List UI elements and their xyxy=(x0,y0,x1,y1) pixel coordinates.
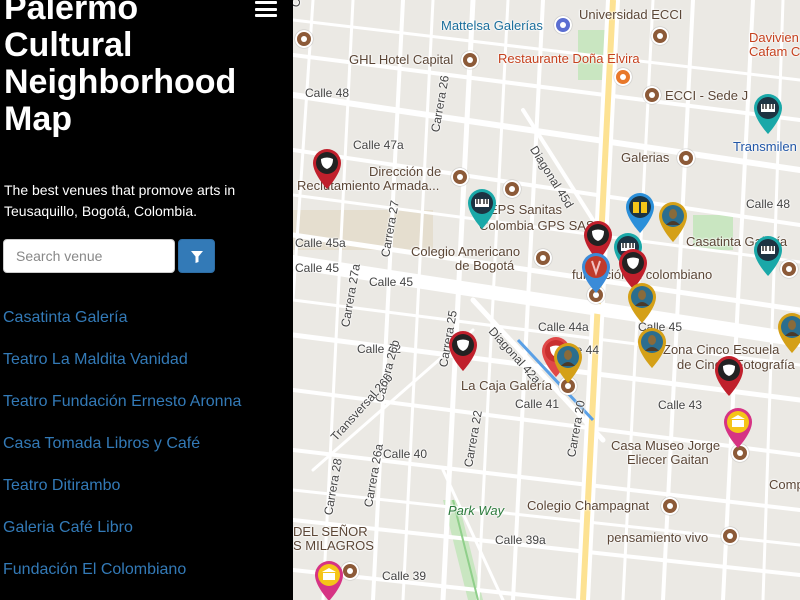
place-label: S MILAGROS xyxy=(293,538,374,553)
museum-icon[interactable] xyxy=(677,149,695,167)
gallery-marker-icon[interactable] xyxy=(637,327,667,369)
street-label: Calle 48 xyxy=(305,86,350,100)
place-label: Davivien xyxy=(749,30,799,45)
place-label: pensamiento vivo xyxy=(607,530,709,545)
museum-icon[interactable] xyxy=(721,527,739,545)
venue-list: Casatinta Galería Teatro La Maldita Vani… xyxy=(3,307,241,600)
list-item: Teatro Fundación Ernesto Aronna xyxy=(3,391,241,433)
place-pin-icon[interactable] xyxy=(503,180,521,198)
place-label: Galerias xyxy=(621,150,670,165)
place-label: La Caja Galería xyxy=(461,378,553,393)
street-label: Calle 43 xyxy=(658,398,703,412)
place-label: Casa Museo Jorge xyxy=(611,438,721,453)
gallery-marker-icon[interactable] xyxy=(658,201,688,243)
map[interactable]: Calle 48 Calle 47a Calle 45a Calle 45 Ca… xyxy=(293,0,800,600)
list-item: Teatro La Maldita Vanidad xyxy=(3,349,241,391)
theater-marker-icon[interactable] xyxy=(312,148,342,190)
search-row xyxy=(3,239,293,273)
music-marker-icon[interactable] xyxy=(753,93,783,135)
school-icon[interactable] xyxy=(534,249,552,267)
music-marker-icon[interactable] xyxy=(753,235,783,277)
search-input[interactable] xyxy=(3,239,175,273)
theater-marker-icon[interactable] xyxy=(448,330,478,372)
venue-link[interactable]: Galeria Café Libro xyxy=(3,519,133,536)
place-label: Mattelsa Galerías xyxy=(441,18,543,33)
menu-icon[interactable] xyxy=(255,1,277,17)
place-label: EPS Sanitas xyxy=(489,202,562,217)
sidebar: Palermo Cultural Neighborhood Map The be… xyxy=(0,0,293,600)
street-label: Calle 47a xyxy=(353,138,404,152)
place-label: Transmilen xyxy=(733,139,797,154)
page-title: Palermo Cultural Neighborhood Map xyxy=(4,0,237,138)
gallery-marker-icon[interactable] xyxy=(627,282,657,324)
place-label: Universidad ECCI xyxy=(579,7,683,22)
list-item: Teatro Ditirambo xyxy=(3,475,241,517)
venue-link[interactable]: Teatro La Maldita Vanidad xyxy=(3,351,188,368)
museum-marker-icon[interactable] xyxy=(723,407,753,449)
street-label: Calle 45 xyxy=(295,261,340,275)
place-label: Restaurante Doña Elvira xyxy=(498,51,640,66)
place-label: DEL SEÑOR xyxy=(293,524,368,539)
street-label: Calle 41 xyxy=(515,397,560,411)
gallery-marker-icon[interactable] xyxy=(777,312,800,354)
list-item: Galeria Café Libro xyxy=(3,517,241,559)
theater-marker-icon[interactable] xyxy=(714,355,744,397)
hotel-icon[interactable] xyxy=(461,51,479,69)
place-pin-icon[interactable] xyxy=(295,30,313,48)
museum-marker-icon[interactable] xyxy=(314,560,344,600)
page-subtitle: The best venues that promove arts in Teu… xyxy=(4,182,236,219)
street-label: Calle 44a xyxy=(538,320,589,334)
place-pin-icon[interactable] xyxy=(451,168,469,186)
street-label: Calle 45a xyxy=(295,236,346,250)
list-item: Casa Tomada Libros y Café xyxy=(3,433,241,475)
street-label: Calle 45 xyxy=(369,275,414,289)
filter-icon xyxy=(191,251,203,263)
list-item: Casatinta Galería xyxy=(3,307,241,349)
music-marker-icon[interactable] xyxy=(467,188,497,230)
books-marker-icon[interactable] xyxy=(625,192,655,234)
street-label: Park Way xyxy=(448,503,505,518)
gallery-marker-icon[interactable] xyxy=(553,342,583,384)
place-label: Comp xyxy=(769,477,800,492)
place-label: Dirección de xyxy=(369,164,442,179)
venue-link[interactable]: Teatro Ditirambo xyxy=(3,477,120,494)
filter-button[interactable] xyxy=(178,239,215,273)
place-label: Cafam Calle xyxy=(749,44,800,59)
venue-link[interactable]: Fundación El Colombiano xyxy=(3,561,186,578)
place-label: de Bogotá xyxy=(455,258,515,273)
place-label: ECCI - Sede J xyxy=(665,88,749,103)
books-marker-icon[interactable] xyxy=(581,252,611,294)
venue-link[interactable]: Teatro Fundación Ernesto Aronna xyxy=(3,393,241,410)
place-label: Colegio Champagnat xyxy=(527,498,650,513)
street-label: Calle 40 xyxy=(383,447,428,461)
shopping-icon[interactable] xyxy=(554,16,572,34)
venue-link[interactable]: Casatinta Galería xyxy=(3,309,128,326)
place-label: GHL Hotel Capital xyxy=(349,52,454,67)
restaurant-icon[interactable] xyxy=(614,68,632,86)
list-item: Fundación El Colombiano xyxy=(3,559,241,600)
street-label: Calle 39 xyxy=(382,569,427,583)
school-icon[interactable] xyxy=(661,497,679,515)
school-icon[interactable] xyxy=(651,27,669,45)
place-label: Colegio Americano xyxy=(411,244,521,259)
venue-link[interactable]: Casa Tomada Libros y Café xyxy=(3,435,200,452)
school-icon[interactable] xyxy=(643,86,661,104)
street-label: Calle 39a xyxy=(495,533,546,547)
place-label: Eliecer Gaitan xyxy=(627,452,709,467)
street-label: Calle 48 xyxy=(746,197,791,211)
